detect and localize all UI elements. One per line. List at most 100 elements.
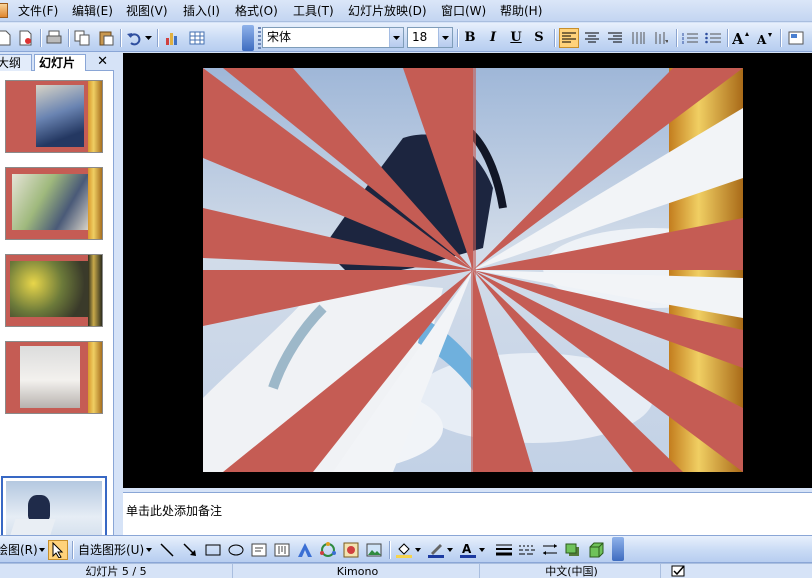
font-size-select[interactable]: 18 (407, 27, 453, 48)
decrease-font-icon[interactable]: A (755, 28, 775, 48)
toolbar-options-chevron-icon[interactable] (242, 25, 254, 51)
toolbar-separator (727, 29, 728, 47)
chevron-down-icon[interactable] (478, 540, 486, 560)
app-icon[interactable] (0, 3, 8, 18)
pointer-icon[interactable] (48, 540, 68, 560)
svg-text:A: A (732, 30, 744, 46)
tab-outline[interactable]: 大纲 (0, 54, 32, 71)
chevron-down-icon[interactable] (446, 540, 454, 560)
paste-icon[interactable] (96, 28, 116, 48)
oval-icon[interactable] (226, 540, 246, 560)
pane-tabs: 大纲 幻灯片 ✕ (0, 53, 114, 71)
menu-tools[interactable]: 工具(T) (293, 3, 334, 19)
menu-format[interactable]: 格式(O) (235, 3, 278, 19)
shadow-icon[interactable]: S (529, 28, 549, 48)
print-icon[interactable] (44, 28, 64, 48)
align-center-icon[interactable] (582, 28, 602, 48)
menu-insert[interactable]: 插入(I) (183, 3, 220, 19)
chevron-down-icon[interactable] (438, 28, 452, 47)
align-right-icon[interactable] (605, 28, 625, 48)
chevron-down-icon[interactable] (38, 540, 46, 560)
font-color-icon[interactable]: A (458, 540, 478, 560)
chevron-down-icon[interactable] (414, 540, 422, 560)
picture-icon[interactable] (364, 540, 384, 560)
kimono-stripe (88, 342, 102, 413)
align-left-icon[interactable] (559, 28, 579, 48)
menu-window[interactable]: 窗口(W) (441, 3, 486, 19)
toolbar-separator (780, 29, 781, 47)
justify-icon[interactable] (651, 28, 671, 48)
toolbar-separator (72, 541, 73, 559)
underline-icon[interactable]: U (506, 28, 526, 48)
toolbar-grip[interactable] (258, 27, 261, 49)
menu-slideshow[interactable]: 幻灯片放映(D) (348, 3, 427, 19)
fill-color-icon[interactable] (394, 540, 414, 560)
pane-splitter[interactable] (114, 53, 123, 535)
slide-editor (123, 53, 812, 488)
language-indicator: 中文(中国) (483, 564, 661, 578)
slides-pane: 大纲 幻灯片 ✕ (0, 53, 114, 578)
close-icon[interactable]: ✕ (97, 54, 108, 70)
toolbar-separator (68, 29, 69, 47)
draw-menu-button[interactable]: 绘图(R) (0, 542, 38, 558)
slide-canvas[interactable] (203, 68, 743, 472)
svg-text:A: A (462, 542, 472, 556)
vertical-textbox-icon[interactable] (272, 540, 292, 560)
autoshapes-menu-button[interactable]: 自选图形(U) (78, 542, 144, 558)
font-name-select[interactable]: 宋体 (262, 27, 404, 48)
permission-icon[interactable] (16, 28, 36, 48)
kimono-stripe (88, 168, 102, 239)
line-icon[interactable] (157, 540, 177, 560)
arrow-icon[interactable] (180, 540, 200, 560)
slide-thumbnail-1[interactable] (5, 80, 103, 153)
menu-edit[interactable]: 编辑(E) (72, 3, 113, 19)
numbering-icon[interactable] (680, 28, 700, 48)
slide-thumbnail-2[interactable] (5, 167, 103, 240)
menu-file[interactable]: 文件(F) (18, 3, 58, 19)
italic-icon[interactable]: I (483, 28, 503, 48)
clipart-icon[interactable] (341, 540, 361, 560)
slide-position: 幻灯片 5 / 5 (0, 564, 233, 578)
shadow-style-icon[interactable] (563, 540, 583, 560)
3d-style-icon[interactable] (586, 540, 606, 560)
menu-view[interactable]: 视图(V) (126, 3, 168, 19)
tab-slides[interactable]: 幻灯片 (34, 54, 86, 71)
notes-placeholder: 单击此处添加备注 (126, 504, 223, 518)
chart-icon[interactable] (163, 28, 183, 48)
thumbnail-photo (20, 346, 80, 408)
slide-thumbnail-4[interactable] (5, 341, 103, 414)
new-icon[interactable] (0, 28, 14, 48)
slide-thumbnail-3[interactable] (5, 254, 103, 327)
toolbar-separator (389, 541, 390, 559)
chevron-down-icon[interactable] (389, 28, 403, 47)
textbox-icon[interactable] (249, 540, 269, 560)
dash-style-icon[interactable] (517, 540, 537, 560)
menu-help[interactable]: 帮助(H) (500, 3, 542, 19)
design-template-name: Kimono (236, 564, 480, 578)
toolbar-separator (676, 29, 677, 47)
undo-icon[interactable] (124, 28, 144, 48)
toolbar-separator (157, 29, 158, 47)
drawbar-options-chevron-icon[interactable] (612, 537, 624, 561)
svg-text:A: A (756, 33, 767, 46)
wordart-icon[interactable] (295, 540, 315, 560)
increase-font-icon[interactable]: A (731, 28, 751, 48)
rectangle-icon[interactable] (203, 540, 223, 560)
design-icon[interactable] (786, 28, 806, 48)
bullets-icon[interactable] (703, 28, 723, 48)
table-icon[interactable] (187, 28, 207, 48)
spelling-status-icon[interactable] (664, 564, 694, 578)
arrow-style-icon[interactable] (540, 540, 560, 560)
thumbnail-photo (12, 174, 88, 230)
notes-pane[interactable]: 单击此处添加备注 (123, 492, 812, 535)
thumbnail-photo (10, 261, 88, 317)
status-bar: 幻灯片 5 / 5 Kimono 中文(中国) (0, 563, 812, 578)
line-color-icon[interactable] (426, 540, 446, 560)
diagram-icon[interactable] (318, 540, 338, 560)
undo-dropdown-icon[interactable] (143, 28, 153, 48)
text-direction-icon[interactable] (628, 28, 648, 48)
line-style-icon[interactable] (494, 540, 514, 560)
chevron-down-icon[interactable] (145, 540, 153, 560)
copy-icon[interactable] (72, 28, 92, 48)
bold-icon[interactable]: B (460, 28, 480, 48)
